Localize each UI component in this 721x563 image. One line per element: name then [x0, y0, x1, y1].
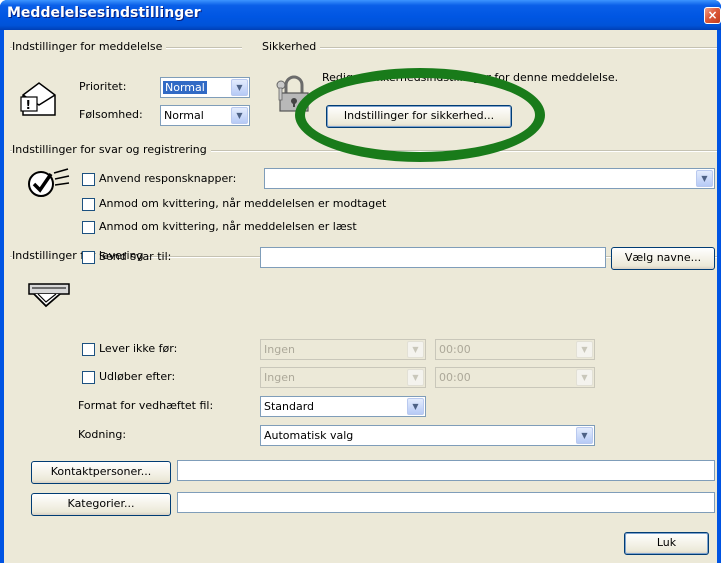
- expires-time-value: 00:00: [439, 371, 471, 384]
- send-replies-input[interactable]: [260, 247, 606, 268]
- window-title: Meddelelsesindstillinger: [7, 5, 201, 21]
- do-not-deliver-label: Lever ikke før:: [99, 342, 178, 355]
- categories-input[interactable]: [177, 492, 715, 513]
- select-names-button[interactable]: Vælg navne...: [611, 247, 715, 270]
- expires-time-select[interactable]: 00:00 ▼: [435, 367, 595, 388]
- do-not-deliver-date-value: Ingen: [264, 343, 295, 356]
- do-not-deliver-time-select[interactable]: 00:00 ▼: [435, 339, 595, 360]
- attachment-format-value: Standard: [264, 400, 315, 413]
- read-receipt-checkbox[interactable]: [82, 221, 95, 234]
- sensitivity-value: Normal: [164, 109, 204, 122]
- contacts-button[interactable]: Kontaktpersoner...: [31, 461, 171, 484]
- dialog-client-area: Indstillinger for meddelelse ! Prioritet…: [4, 30, 717, 563]
- do-not-deliver-date-select[interactable]: Ingen ▼: [260, 339, 426, 360]
- sensitivity-select[interactable]: Normal ▼: [160, 105, 250, 126]
- chevron-down-icon[interactable]: ▼: [407, 341, 424, 358]
- categories-button[interactable]: Kategorier...: [31, 493, 171, 516]
- priority-label: Prioritet:: [79, 80, 127, 93]
- priority-value: Normal: [163, 81, 207, 94]
- dialog-window: Meddelelsesindstillinger × Indstillinger…: [0, 0, 721, 563]
- do-not-deliver-checkbox[interactable]: [82, 343, 95, 356]
- attachment-format-select[interactable]: Standard ▼: [260, 396, 426, 417]
- close-button-label: Luk: [656, 536, 677, 549]
- expires-date-select[interactable]: Ingen ▼: [260, 367, 426, 388]
- use-voting-label: Anvend responsknapper:: [99, 172, 237, 185]
- voting-checkmark-icon: [28, 168, 70, 197]
- chevron-down-icon[interactable]: ▼: [231, 107, 248, 124]
- delivery-hand-icon: [28, 283, 70, 308]
- voting-heading: Indstillinger for svar og registrering: [12, 143, 211, 156]
- chevron-down-icon[interactable]: ▼: [576, 341, 593, 358]
- svg-text:!: !: [26, 98, 31, 112]
- categories-button-label: Kategorier...: [67, 497, 135, 510]
- expires-date-value: Ingen: [264, 371, 295, 384]
- expires-checkbox[interactable]: [82, 371, 95, 384]
- security-divider: [262, 47, 717, 49]
- message-settings-heading: Indstillinger for meddelelse: [12, 40, 167, 53]
- select-names-button-label: Vælg navne...: [624, 251, 702, 264]
- contacts-button-label: Kontaktpersoner...: [50, 465, 152, 478]
- voting-buttons-select[interactable]: ▼: [264, 168, 715, 189]
- use-voting-checkbox[interactable]: [82, 173, 95, 186]
- delivery-receipt-checkbox[interactable]: [82, 198, 95, 211]
- title-bar[interactable]: Meddelelsesindstillinger ×: [0, 0, 721, 30]
- envelope-importance-icon: !: [20, 82, 56, 116]
- chevron-down-icon[interactable]: ▼: [407, 398, 424, 415]
- do-not-deliver-time-value: 00:00: [439, 343, 471, 356]
- chevron-down-icon[interactable]: ▼: [576, 369, 593, 386]
- chevron-down-icon[interactable]: ▼: [407, 369, 424, 386]
- delivery-receipt-label: Anmod om kvittering, når meddelelsen er …: [99, 197, 387, 210]
- encoding-select[interactable]: Automatisk valg ▼: [260, 425, 595, 446]
- close-window-button[interactable]: ×: [704, 7, 721, 24]
- chevron-down-icon[interactable]: ▼: [696, 170, 713, 187]
- encoding-value: Automatisk valg: [264, 429, 354, 442]
- send-replies-label: Send svar til:: [99, 250, 172, 263]
- read-receipt-label: Anmod om kvittering, når meddelelsen er …: [99, 220, 357, 233]
- encoding-label: Kodning:: [78, 428, 127, 441]
- send-replies-checkbox[interactable]: [82, 251, 95, 264]
- security-heading: Sikkerhed: [262, 40, 321, 53]
- contacts-input[interactable]: [177, 460, 715, 481]
- close-button[interactable]: Luk: [624, 532, 709, 555]
- annotation-ring: [295, 68, 545, 162]
- attachment-format-label: Format for vedhæftet fil:: [78, 399, 214, 412]
- chevron-down-icon[interactable]: ▼: [231, 79, 248, 96]
- sensitivity-label: Følsomhed:: [79, 108, 143, 121]
- chevron-down-icon[interactable]: ▼: [576, 427, 593, 444]
- priority-select[interactable]: Normal ▼: [160, 77, 250, 98]
- expires-label: Udløber efter:: [99, 370, 176, 383]
